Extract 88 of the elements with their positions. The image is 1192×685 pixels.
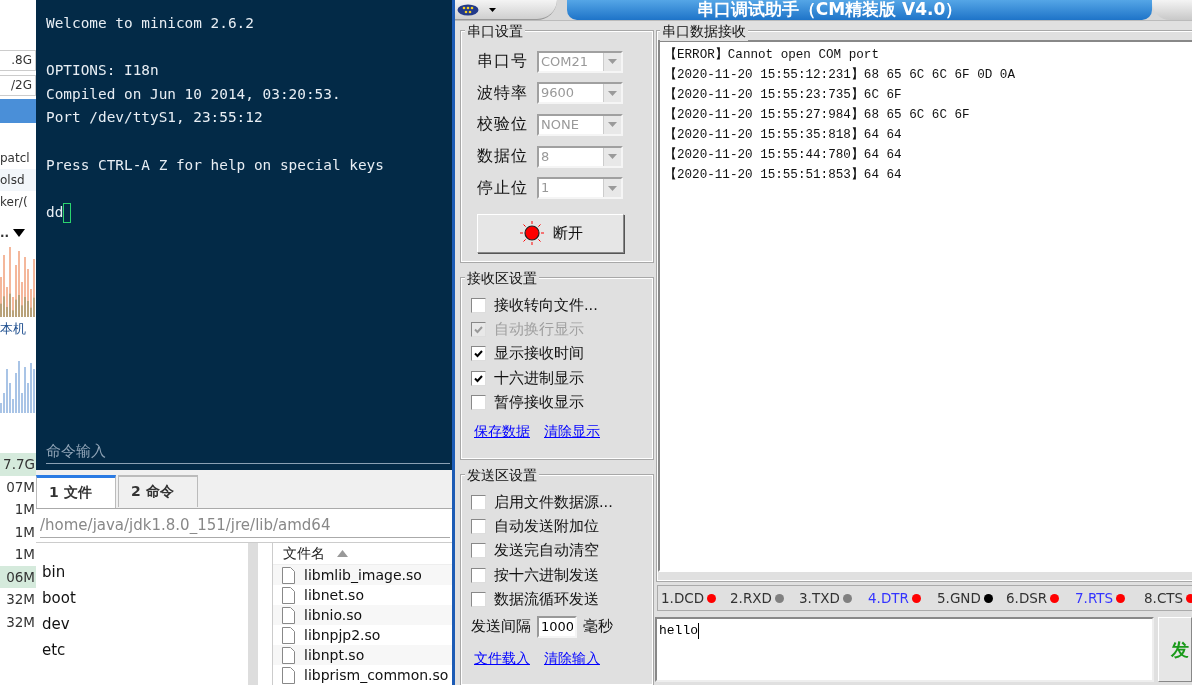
field-label: 发送间隔 [471,617,531,637]
log-line: 【2020-11-20 15:55:12:231】68 65 6C 6C 6F 0D 0A [664,66,1016,84]
dropdown-arrow-icon [608,185,617,191]
tab[interactable]: 1 文件 [36,475,116,508]
text-cursor [63,202,72,223]
pin-label: 6.DSR [1006,590,1048,606]
field-label: 校验位 [476,114,529,136]
table-cell-text: 07M [5,477,36,497]
sort-arrow-icon [337,550,348,557]
column-header[interactable]: 文件名 [283,544,325,563]
terminal-line: Welcome to minicom 2.6.2 [46,14,255,33]
field-label: 停止位 [476,177,529,199]
link[interactable]: 清除显示 [544,422,600,441]
pin-label: 5.GND [937,590,981,606]
terminal-line: dd [46,202,64,222]
link[interactable]: 保存数据 [474,422,530,441]
logo-icon [457,3,479,16]
checkbox-option[interactable]: 接收转向文件... [471,292,629,318]
table-cell-text: patcl [0,150,31,167]
menu-tab[interactable] [455,0,557,20]
folder-item[interactable]: dev [42,611,248,637]
log-line: 【2020-11-20 15:55:51:853】64 64 [664,166,903,184]
pin-label: 3.TXD [799,590,840,606]
field-label: 数据位 [476,146,529,168]
pin-label: 7.RTS [1075,590,1114,606]
command-input[interactable]: 命令输入 [46,439,450,464]
group-title: 串口设置 [465,21,525,41]
file-name[interactable]: libprism_common.so [304,666,449,684]
field-label: 波特率 [476,82,529,104]
checkbox-option[interactable]: 十六进制显示 [471,366,629,391]
file-name[interactable]: libnpjp2.so [304,626,381,644]
log-line: 【2020-11-20 15:55:27:984】68 65 6C 6C 6F [664,106,971,124]
table-cell-text: ker/( [0,194,29,211]
table-cell: olsd [0,169,36,191]
folder-item[interactable]: boot [42,585,248,611]
caret-icon [13,229,26,237]
table-cell-text: 1M [13,545,36,564]
table-cell: 06M [0,565,36,588]
caret-icon [489,7,496,12]
table-cell-text: 1M [13,522,36,542]
window-title: 串口调试助手（CM精装版 V4.0） [567,0,1152,20]
checkmark-icon [473,324,484,336]
unit-label: 毫秒 [583,617,613,637]
disconnect-button[interactable]: 断开 [477,213,624,253]
checkmark-icon [473,348,484,360]
pin-label: 8.CTS [1144,590,1184,606]
dropdown-label[interactable]: .. [0,225,10,241]
checkbox-option[interactable]: 暂停接收显示 [471,390,629,415]
field-label: 串口号 [476,51,529,73]
pin-label: 1.DCD [661,590,705,606]
table-cell-text: 1M [13,500,36,519]
chart-label: 本机 [0,320,27,338]
bar-chart-drawing [0,245,36,317]
dropdown-arrow-icon [608,90,617,96]
log-line: 【2020-11-20 15:55:35:818】64 64 [664,126,903,144]
checkbox-option[interactable]: 数据流循环发送 [471,587,629,612]
checkbox-option[interactable]: 显示接收时间 [471,341,629,367]
group-title: 串口数据接收 [660,21,748,41]
interval-field[interactable]: 1000 [537,615,577,638]
dropdown-arrow-icon [608,122,617,128]
table-header [0,99,36,123]
pin-label: 2.RXD [730,590,772,606]
log-line: 【ERROR】Cannot open COM port [664,46,880,64]
table-cell-text: 32M [5,612,36,632]
link[interactable]: 清除输入 [544,649,600,668]
send-text-field[interactable]: hello [655,617,1154,682]
log-line: 【2020-11-20 15:55:44:780】64 64 [664,146,903,164]
checkbox-option[interactable]: 发送完自动清空 [471,538,629,564]
file-name[interactable]: libnet.so [304,586,364,604]
link[interactable]: 文件载入 [474,649,530,668]
tab[interactable]: 2 命令 [118,475,198,507]
scrollbar[interactable] [248,543,258,685]
table-cell: 7.7G [0,453,36,476]
terminal-line: Port /dev/ttyS1, 23:55:12 [46,108,264,128]
dropdown-arrow-icon [608,154,617,160]
dropdown-arrow-icon [608,59,617,65]
folder-item[interactable]: bin [42,559,248,585]
log-line: 【2020-11-20 15:55:23:735】6C 6F [664,86,903,104]
terminal-line: Press CTRL-A Z for help on special keys [46,155,385,175]
checkbox-option[interactable]: 启用文件数据源... [471,489,629,515]
checkbox-option[interactable]: 自动发送附加位 [471,514,629,539]
table-cell-text: 32M [5,590,36,609]
folder-item[interactable]: etc [42,637,248,663]
lamp-icon [518,220,545,247]
terminal-line: OPTIONS: I18n [46,61,160,81]
pin-label: 4.DTR [868,590,909,606]
checkbox-option[interactable]: 按十六进制发送 [471,563,629,588]
terminal-line: Compiled on Jun 10 2014, 03:20:53. [46,84,342,104]
